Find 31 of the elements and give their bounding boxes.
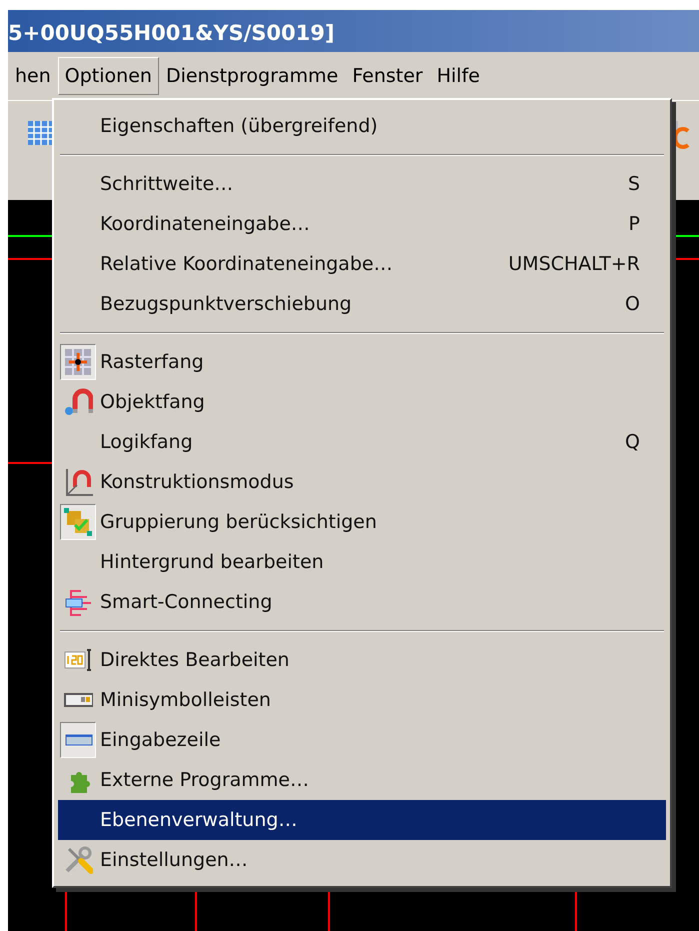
tools-icon [63, 845, 93, 875]
connector-icon [63, 587, 93, 617]
group-icon [63, 507, 93, 537]
menu-item[interactable]: Hintergrund bearbeiten [58, 542, 666, 582]
menu-item[interactable]: Logikfang Q [58, 422, 666, 462]
menu-item[interactable]: Objektfang [58, 382, 666, 422]
menu-item[interactable]: Gruppierung berücksichtigen [58, 502, 666, 542]
magnet-icon [63, 467, 93, 497]
menu-item[interactable]: Bezugspunktverschiebung O [58, 284, 666, 324]
menu-item[interactable]: Koordinateneingabe… P [58, 204, 666, 244]
menu-item[interactable]: Minisymbolleisten [58, 680, 666, 720]
menu-item[interactable]: Smart-Connecting [58, 582, 666, 622]
window-title: 5+00UQ55H001&YS/S0019] [8, 10, 699, 52]
magnet-icon [63, 387, 93, 417]
menu-item[interactable]: Rasterfang [58, 342, 666, 382]
menu-item[interactable]: Schrittweite… S [58, 164, 666, 204]
menu-item[interactable]: hen [8, 56, 58, 96]
menu-item[interactable]: Dienstprogramme [158, 56, 346, 96]
menu-item[interactable]: Fenster [345, 56, 430, 96]
menu-item[interactable]: Eingabezeile [58, 720, 666, 760]
menu-item[interactable]: Eigenschaften (übergreifend) [58, 106, 666, 146]
menu-item[interactable]: Externe Programme… [58, 760, 666, 800]
menu-item[interactable]: Optionen [58, 56, 159, 96]
grid-icon [63, 347, 93, 377]
menu-item[interactable]: Ebenenverwaltung… [58, 800, 666, 840]
menu-item[interactable]: Relative Koordinateneingabe… UMSCHALT+R [58, 244, 666, 284]
menu-item[interactable]: Hilfe [430, 56, 487, 96]
menu-item[interactable]: Konstruktionsmodus [58, 462, 666, 502]
menu-item[interactable]: Einstellungen… [58, 840, 666, 880]
menu-item[interactable]: Direktes Bearbeiten [58, 640, 666, 680]
grid-icon[interactable] [28, 121, 54, 145]
